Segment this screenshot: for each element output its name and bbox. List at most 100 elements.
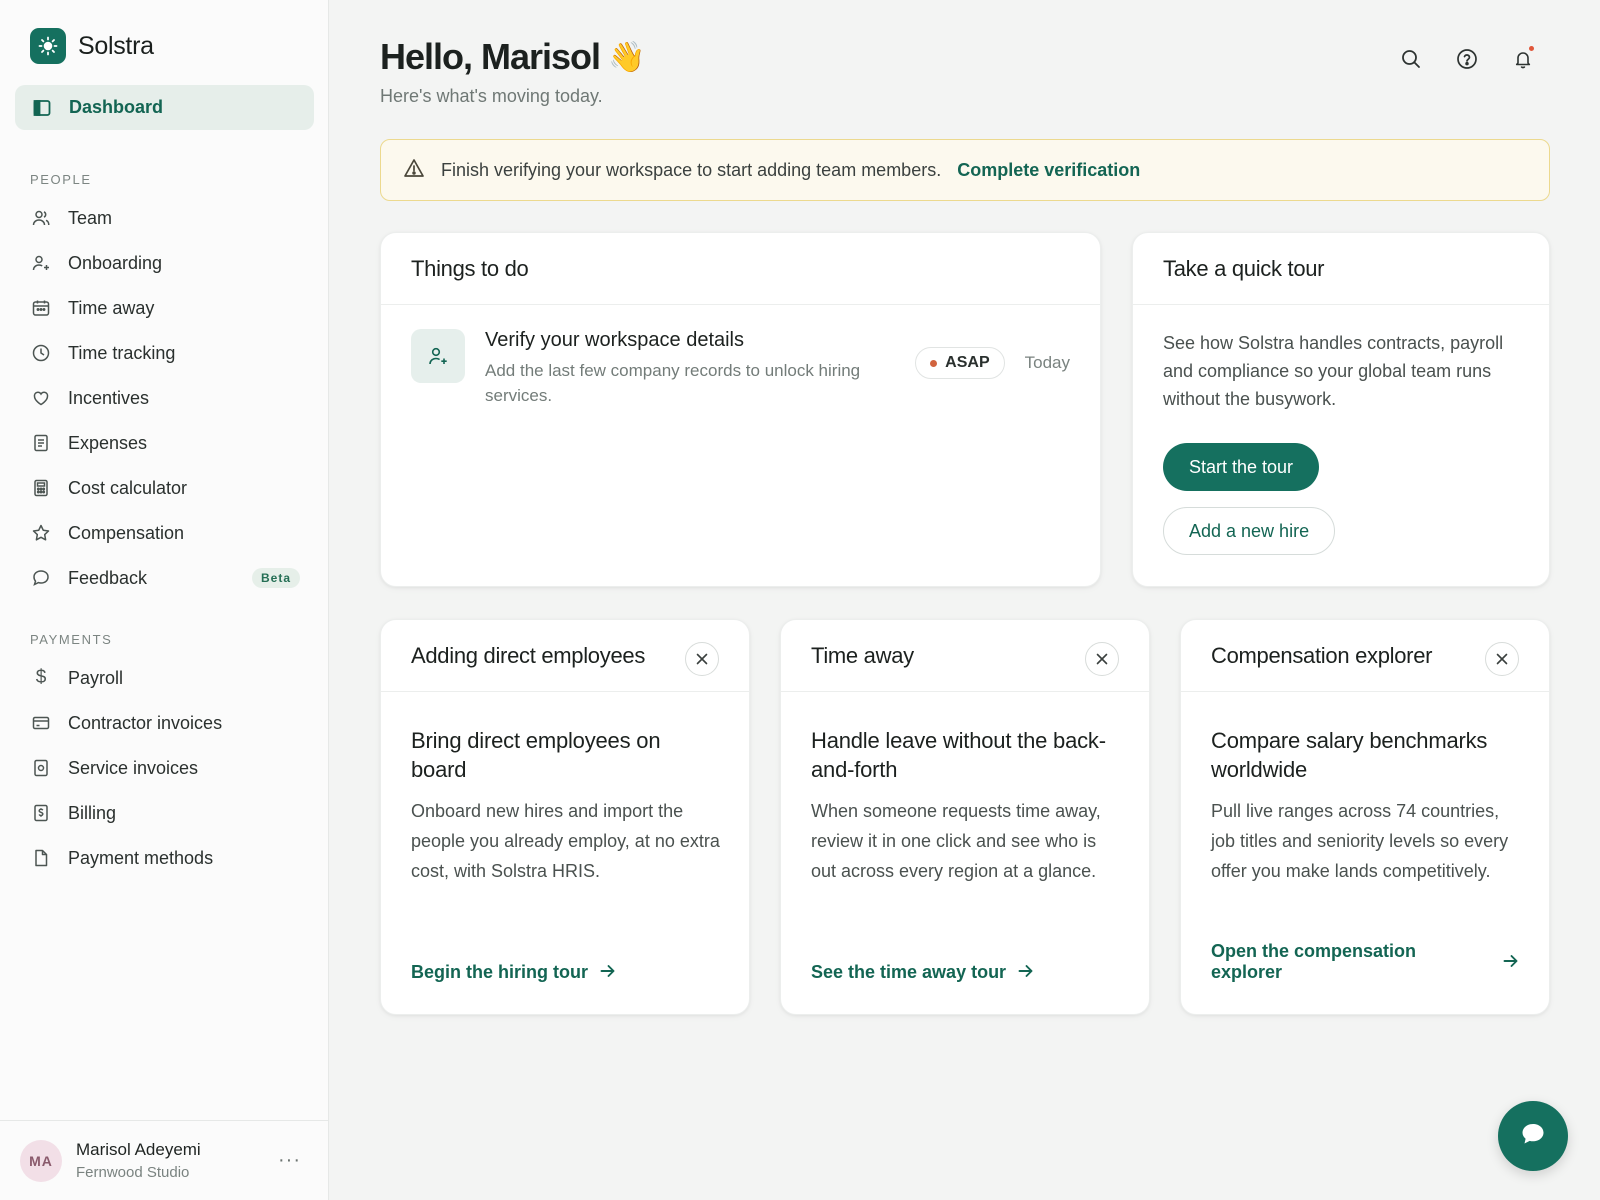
brand-name: Solstra xyxy=(78,31,154,60)
warning-icon xyxy=(403,158,425,183)
todo-date: Today xyxy=(1024,353,1070,372)
priority-dot xyxy=(930,359,938,367)
heart-icon xyxy=(30,387,52,409)
todo-body: Verify your workspace details Add the la… xyxy=(485,329,891,408)
sidebar-item-label: Time away xyxy=(68,297,155,318)
dollar-icon: $ xyxy=(35,667,47,688)
sidebar-item-billing[interactable]: Billing xyxy=(30,795,300,831)
time-away-tour-link[interactable]: See the time away tour xyxy=(811,962,1034,983)
sidebar-item-label: Dashboard xyxy=(69,97,164,117)
more-options-icon[interactable]: ··· xyxy=(278,1149,301,1172)
section-label-payments: PAYMENTS xyxy=(30,632,113,647)
user-info: Marisol Adeyemi Fernwood Studio xyxy=(76,1140,201,1181)
sidebar-item-label: Feedback xyxy=(68,567,148,588)
sidebar-item-time-away[interactable]: Time away xyxy=(30,290,300,326)
user-plus-icon xyxy=(30,252,52,274)
sidebar-item-incentives[interactable]: Incentives xyxy=(30,380,300,416)
wave-emoji: 👋 xyxy=(608,40,645,74)
close-icon[interactable] xyxy=(685,642,719,676)
tour-card: Take a quick tour See how Solstra handle… xyxy=(1132,232,1550,587)
alert-text: Finish verifying your workspace to start… xyxy=(441,159,942,180)
sidebar-item-service-invoices[interactable]: Service invoices xyxy=(30,750,300,786)
arrow-right-icon xyxy=(600,962,616,983)
help-icon[interactable] xyxy=(1454,46,1480,72)
feature-link-label: Begin the hiring tour xyxy=(411,962,588,982)
chat-button[interactable] xyxy=(1498,1101,1568,1171)
sidebar-item-label: Payroll xyxy=(68,667,124,688)
sidebar-item-payment-methods[interactable]: Payment methods xyxy=(30,840,300,876)
page-subtitle: Here's what's moving today. xyxy=(380,86,603,106)
close-icon[interactable] xyxy=(1085,642,1119,676)
sidebar-item-feedback[interactable]: Feedback Beta xyxy=(30,560,300,596)
sidebar-item-expenses[interactable]: Expenses xyxy=(30,425,300,461)
priority-badge: ASAP xyxy=(915,347,1005,379)
start-tour-button[interactable]: Start the tour xyxy=(1163,443,1320,491)
sidebar-item-time-tracking[interactable]: Time tracking xyxy=(30,335,300,371)
sidebar-item-cost-calculator[interactable]: Cost calculator xyxy=(30,470,300,506)
compensation-explorer-link[interactable]: Open the compensation explorer xyxy=(1211,941,1519,983)
feature-card-time-away: Time away Handle leave without the back-… xyxy=(780,619,1150,1015)
billing-icon xyxy=(30,802,52,824)
user-panel[interactable]: MA Marisol Adeyemi Fernwood Studio ··· xyxy=(0,1120,329,1200)
sidebar-item-label: Cost calculator xyxy=(68,477,188,498)
todo-card: Things to do Verify your workspace detai… xyxy=(380,232,1101,587)
verification-alert: Finish verifying your workspace to start… xyxy=(380,139,1550,201)
avatar: MA xyxy=(20,1139,62,1182)
calculator-icon xyxy=(30,477,52,499)
feature-desc: Pull live ranges across 74 countries, jo… xyxy=(1211,801,1509,881)
receipt-icon xyxy=(30,432,52,454)
clock-icon xyxy=(30,342,52,364)
sidebar-item-onboarding[interactable]: Onboarding xyxy=(30,245,300,281)
chat-icon xyxy=(1520,1122,1546,1151)
sidebar-item-label: Payment methods xyxy=(68,847,214,868)
feature-card-employees: Adding direct employees Bring direct emp… xyxy=(380,619,750,1015)
feature-card-compensation: Compensation explorer Compare salary ben… xyxy=(1180,619,1550,1015)
feature-title: Bring direct employees on board xyxy=(411,728,661,782)
sidebar-item-label: Contractor invoices xyxy=(68,712,223,733)
tour-text: See how Solstra handles contracts, payro… xyxy=(1163,333,1504,409)
credit-card-icon xyxy=(30,712,52,734)
header-actions xyxy=(1398,46,1536,72)
sidebar-item-label: Expenses xyxy=(68,432,148,453)
sidebar-item-compensation[interactable]: Compensation xyxy=(30,515,300,551)
sidebar-item-payroll[interactable]: $ Payroll xyxy=(30,660,300,696)
feature-title: Handle leave without the back-and-forth xyxy=(811,728,1106,782)
beta-badge: Beta xyxy=(251,568,300,588)
complete-verification-link[interactable]: Complete verification xyxy=(957,160,1140,181)
chat-bubble-icon xyxy=(30,567,52,589)
feature-desc: Onboard new hires and import the people … xyxy=(411,801,720,881)
feature-title: Compare salary benchmarks worldwide xyxy=(1211,728,1488,782)
add-new-hire-button[interactable]: Add a new hire xyxy=(1163,507,1336,555)
user-plus-icon xyxy=(411,329,465,383)
feature-link-label: See the time away tour xyxy=(811,962,1007,982)
document-icon xyxy=(30,847,52,869)
sidebar-item-contractor-invoices[interactable]: Contractor invoices xyxy=(30,705,300,741)
todo-item[interactable]: Verify your workspace details Add the la… xyxy=(411,329,1070,408)
todo-desc: Add the last few company records to unlo… xyxy=(485,361,861,405)
users-icon xyxy=(30,207,52,229)
feature-link-label: Open the compensation explorer xyxy=(1211,941,1417,982)
close-icon[interactable] xyxy=(1485,642,1519,676)
bell-icon[interactable] xyxy=(1510,46,1536,72)
feature-desc: When someone requests time away, review … xyxy=(811,801,1101,881)
sun-logo-icon xyxy=(30,28,66,64)
search-icon[interactable] xyxy=(1398,46,1424,72)
section-label-people: PEOPLE xyxy=(30,172,92,187)
sidebar-item-label: Billing xyxy=(68,802,117,823)
notification-dot xyxy=(1529,46,1534,51)
sidebar-item-label: Team xyxy=(68,207,113,228)
sidebar-item-label: Incentives xyxy=(68,387,150,408)
sidebar-item-label: Service invoices xyxy=(68,757,199,778)
tour-card-title: Take a quick tour xyxy=(1133,233,1549,305)
priority-label: ASAP xyxy=(945,354,990,371)
user-org: Fernwood Studio xyxy=(76,1164,190,1181)
user-name: Marisol Adeyemi xyxy=(76,1140,201,1159)
sidebar-item-label: Time tracking xyxy=(68,342,176,363)
brand[interactable]: Solstra xyxy=(30,28,154,64)
sidebar-item-team[interactable]: Team xyxy=(30,200,300,236)
arrow-right-icon xyxy=(1018,962,1034,983)
page-title: Hello, Marisol 👋 xyxy=(380,36,645,78)
greeting-text: Hello, Marisol xyxy=(380,36,601,77)
sidebar-item-dashboard[interactable]: Dashboard xyxy=(15,85,314,130)
begin-hiring-tour-link[interactable]: Begin the hiring tour xyxy=(411,962,616,983)
